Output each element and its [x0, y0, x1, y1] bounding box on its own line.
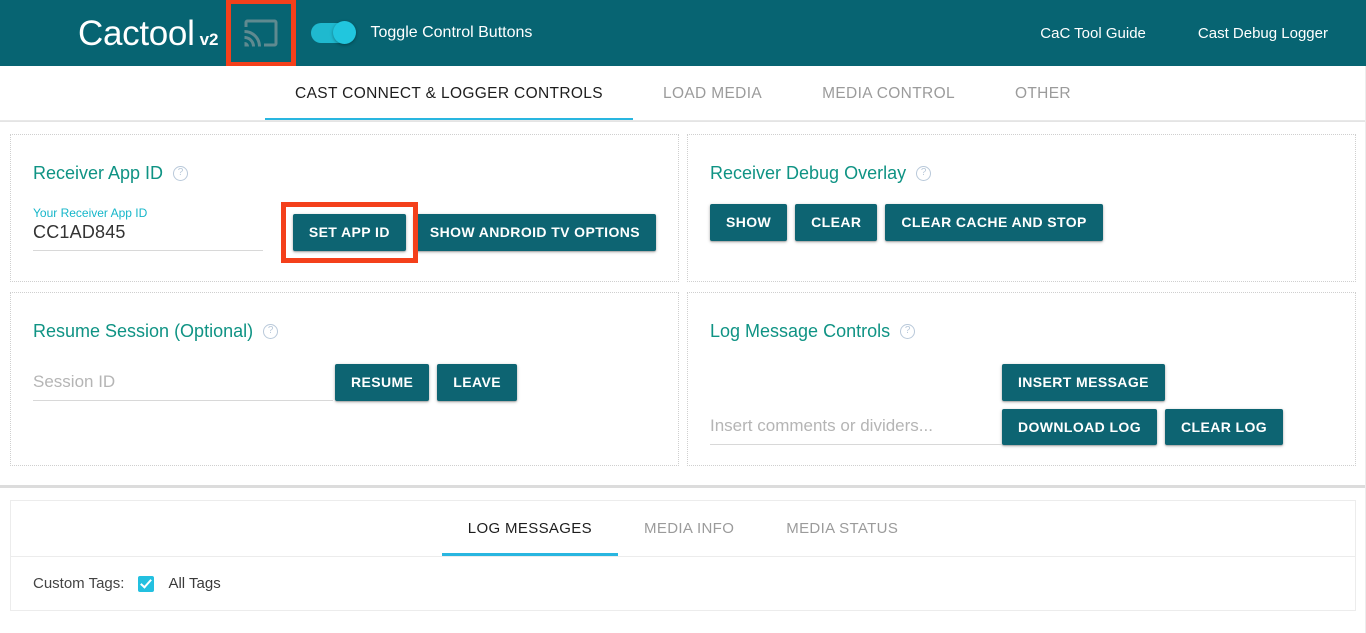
receiver-app-id-input[interactable]: Your Receiver App ID CC1AD845 — [33, 206, 263, 251]
tab-label: CAST CONNECT & LOGGER CONTROLS — [295, 85, 603, 103]
tab-media-status[interactable]: MEDIA STATUS — [760, 501, 924, 556]
help-circle-icon[interactable]: ? — [900, 324, 915, 339]
card-body: Your Receiver App ID CC1AD845 SET APP ID… — [33, 206, 656, 251]
tab-label: MEDIA STATUS — [786, 520, 898, 537]
clear-button[interactable]: CLEAR — [795, 204, 877, 241]
card-title-text: Resume Session (Optional) — [33, 321, 253, 342]
card-title: Receiver Debug Overlay ? — [710, 163, 1333, 184]
header-link-cast-debug-logger[interactable]: Cast Debug Logger — [1198, 25, 1328, 42]
set-app-id-button-wrap: SET APP ID — [293, 214, 406, 251]
set-app-id-button[interactable]: SET APP ID — [293, 214, 406, 251]
tab-label: MEDIA INFO — [644, 520, 734, 537]
clear-cache-and-stop-button[interactable]: CLEAR CACHE AND STOP — [885, 204, 1102, 241]
log-tab-bar: LOG MESSAGES MEDIA INFO MEDIA STATUS — [11, 501, 1355, 557]
leave-button[interactable]: LEAVE — [437, 364, 517, 401]
controls-panel: Receiver App ID ? Your Receiver App ID C… — [0, 122, 1366, 466]
tab-load-media[interactable]: LOAD MEDIA — [633, 66, 792, 121]
section-divider — [0, 476, 1366, 488]
toggle-knob — [333, 21, 356, 44]
tab-label: LOAD MEDIA — [663, 85, 762, 103]
card-receiver-app-id: Receiver App ID ? Your Receiver App ID C… — [10, 134, 679, 282]
card-title: Log Message Controls ? — [710, 321, 1333, 342]
section-gap — [0, 488, 1366, 500]
toggle-control-buttons-switch[interactable] — [311, 23, 355, 43]
brand-version: v2 — [200, 31, 219, 48]
tab-bar-rail — [0, 120, 1366, 121]
receiver-app-id-buttons: SET APP ID SHOW ANDROID TV OPTIONS — [263, 214, 656, 251]
cast-icon — [240, 15, 282, 51]
all-tags-label: All Tags — [168, 575, 220, 592]
resume-button[interactable]: RESUME — [335, 364, 429, 401]
log-message-placeholder: Insert comments or dividers... — [710, 412, 1002, 437]
show-android-tv-options-button[interactable]: SHOW ANDROID TV OPTIONS — [414, 214, 656, 251]
help-circle-icon[interactable]: ? — [173, 166, 188, 181]
resume-session-buttons: RESUME LEAVE — [335, 364, 517, 401]
card-title: Receiver App ID ? — [33, 163, 656, 184]
tab-log-messages[interactable]: LOG MESSAGES — [442, 501, 618, 556]
log-panel: LOG MESSAGES MEDIA INFO MEDIA STATUS Cus… — [10, 500, 1356, 611]
card-title: Resume Session (Optional) ? — [33, 321, 656, 342]
log-message-input[interactable]: Insert comments or dividers... — [710, 412, 1002, 445]
card-title-text: Log Message Controls — [710, 321, 890, 342]
card-receiver-debug-overlay: Receiver Debug Overlay ? SHOW CLEAR CLEA… — [687, 134, 1356, 282]
help-circle-icon[interactable]: ? — [263, 324, 278, 339]
insert-message-button[interactable]: INSERT MESSAGE — [1002, 364, 1165, 401]
card-title-text: Receiver Debug Overlay — [710, 163, 906, 184]
receiver-debug-overlay-buttons: SHOW CLEAR CLEAR CACHE AND STOP — [710, 204, 1103, 241]
tab-cast-connect-logger-controls[interactable]: CAST CONNECT & LOGGER CONTROLS — [265, 66, 633, 121]
session-id-placeholder: Session ID — [33, 368, 333, 393]
card-title-text: Receiver App ID — [33, 163, 163, 184]
show-button[interactable]: SHOW — [710, 204, 787, 241]
receiver-app-id-value: CC1AD845 — [33, 222, 126, 242]
toggle-control-buttons-label: Toggle Control Buttons — [371, 24, 533, 42]
cast-button[interactable] — [233, 10, 289, 56]
tab-label: MEDIA CONTROL — [822, 85, 955, 103]
log-message-buttons: INSERT MESSAGE DOWNLOAD LOG CLEAR LOG — [1002, 364, 1302, 445]
card-body: SHOW CLEAR CLEAR CACHE AND STOP — [710, 204, 1333, 241]
tab-media-info[interactable]: MEDIA INFO — [618, 501, 760, 556]
clear-log-button[interactable]: CLEAR LOG — [1165, 409, 1283, 446]
brand: Cactool v2 — [78, 16, 219, 51]
card-log-message-controls: Log Message Controls ? Insert comments o… — [687, 292, 1356, 466]
card-body: Insert comments or dividers... INSERT ME… — [710, 364, 1333, 445]
all-tags-checkbox[interactable] — [138, 576, 154, 592]
controls-grid: Receiver App ID ? Your Receiver App ID C… — [10, 134, 1356, 466]
header-link-cac-tool-guide[interactable]: CaC Tool Guide — [1040, 25, 1146, 42]
custom-tags-row: Custom Tags: All Tags — [11, 557, 1355, 610]
help-circle-icon[interactable]: ? — [916, 166, 931, 181]
main-tab-bar: CAST CONNECT & LOGGER CONTROLS LOAD MEDI… — [0, 66, 1366, 122]
app-header: Cactool v2 Toggle Control Buttons CaC To… — [0, 0, 1366, 66]
tab-label: LOG MESSAGES — [468, 520, 592, 537]
tab-label: OTHER — [1015, 85, 1071, 103]
receiver-app-id-label: Your Receiver App ID — [33, 206, 263, 220]
custom-tags-label: Custom Tags: — [33, 575, 124, 592]
card-resume-session: Resume Session (Optional) ? Session ID R… — [10, 292, 679, 466]
session-id-input[interactable]: Session ID — [33, 368, 333, 401]
tab-media-control[interactable]: MEDIA CONTROL — [792, 66, 985, 121]
brand-name: Cactool — [78, 16, 195, 51]
tab-other[interactable]: OTHER — [985, 66, 1101, 121]
download-log-button[interactable]: DOWNLOAD LOG — [1002, 409, 1157, 446]
card-body: Session ID RESUME LEAVE — [33, 364, 656, 401]
